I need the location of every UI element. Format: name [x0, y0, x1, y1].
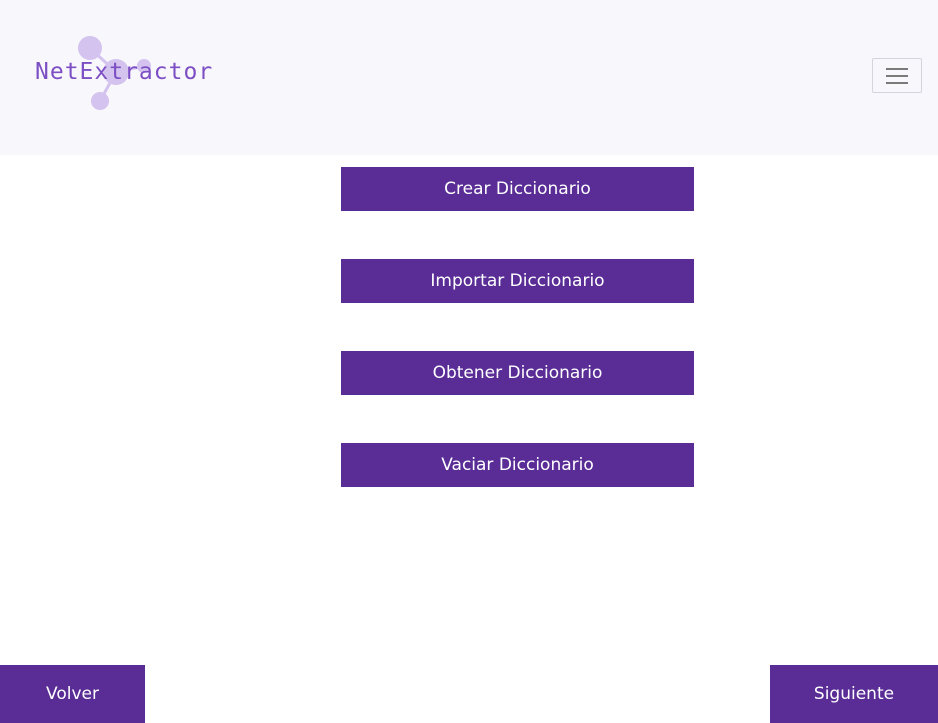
- importar-diccionario-button[interactable]: Importar Diccionario: [341, 259, 694, 303]
- obtener-diccionario-button[interactable]: Obtener Diccionario: [341, 351, 694, 395]
- menu-toggle-button[interactable]: [872, 58, 922, 93]
- hamburger-menu-icon: [886, 68, 908, 84]
- page: NetExtractor Crear Diccionario Importar …: [0, 0, 938, 723]
- volver-button[interactable]: Volver: [0, 665, 145, 723]
- logo-text: NetExtractor: [35, 59, 214, 85]
- brand-logo[interactable]: NetExtractor: [30, 34, 212, 112]
- crear-diccionario-button[interactable]: Crear Diccionario: [341, 167, 694, 211]
- siguiente-button[interactable]: Siguiente: [770, 665, 938, 723]
- vaciar-diccionario-button[interactable]: Vaciar Diccionario: [341, 443, 694, 487]
- navbar: NetExtractor: [0, 0, 938, 155]
